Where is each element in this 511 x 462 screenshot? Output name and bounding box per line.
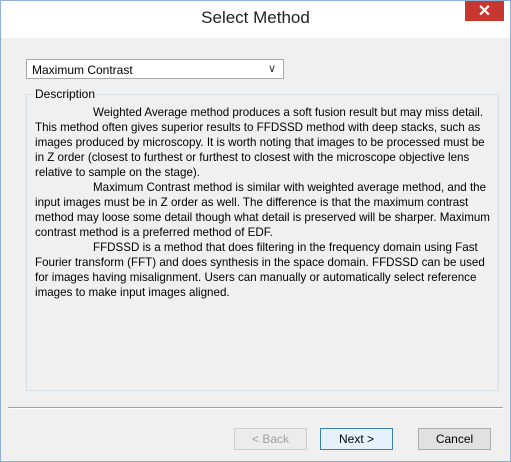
back-button[interactable]: < Back: [234, 428, 307, 450]
description-label: Description: [33, 87, 98, 101]
window-title: Select Method: [201, 8, 310, 27]
close-icon: ✕: [477, 3, 492, 20]
button-separator: [8, 407, 503, 409]
description-paragraph-maximum-contrast: Maximum Contrast method is similar with …: [35, 181, 490, 239]
title-bar[interactable]: Select Method ✕: [1, 1, 510, 38]
description-paragraph-weighted-average: Weighted Average method produces a soft …: [35, 106, 485, 179]
cancel-button[interactable]: Cancel: [418, 428, 491, 450]
select-method-dialog: Select Method ✕ Maximum Contrast ∨ Descr…: [0, 0, 511, 462]
close-button[interactable]: ✕: [465, 1, 504, 21]
method-dropdown[interactable]: Maximum Contrast ∨: [26, 59, 284, 79]
method-dropdown-value: Maximum Contrast: [32, 63, 133, 77]
description-text: Weighted Average method produces a soft …: [35, 105, 491, 300]
dialog-body: Maximum Contrast ∨ Description Weighted …: [8, 38, 503, 456]
description-group: Description Weighted Average method prod…: [26, 87, 499, 391]
description-paragraph-ffdssd: FFDSSD is a method that does filtering i…: [35, 241, 485, 299]
next-button[interactable]: Next >: [320, 428, 393, 450]
chevron-down-icon: ∨: [267, 63, 276, 75]
